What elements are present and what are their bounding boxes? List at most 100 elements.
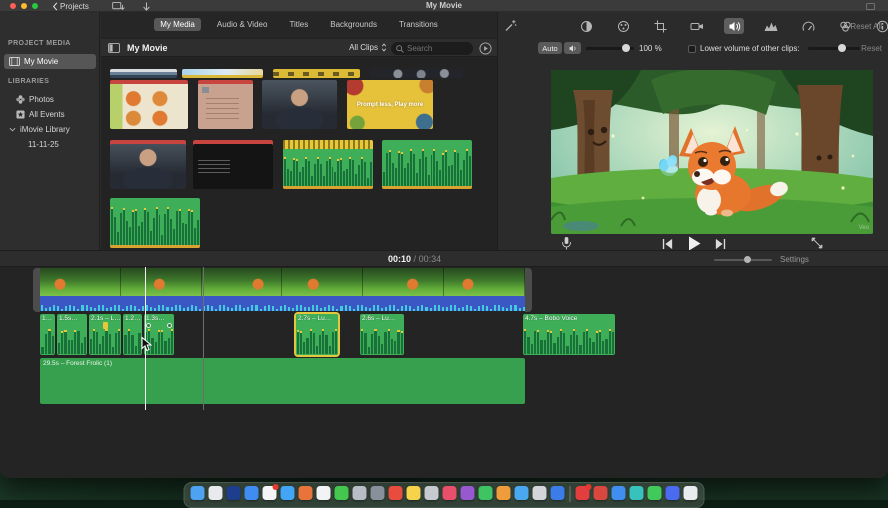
- tab-my-media[interactable]: My Media: [154, 18, 201, 31]
- dock-app-icon[interactable]: [227, 486, 241, 500]
- dock-app-icon[interactable]: [425, 486, 439, 500]
- tab-backgrounds[interactable]: Backgrounds: [324, 18, 383, 31]
- sidebar-item-my-movie[interactable]: My Movie: [4, 54, 96, 69]
- trim-handle-left[interactable]: [33, 268, 40, 312]
- dock-app-icon[interactable]: [371, 486, 385, 500]
- fade-handle[interactable]: [167, 323, 172, 328]
- dock-app-icon[interactable]: [666, 486, 680, 500]
- media-thumbnail-strip-landscape[interactable]: [110, 69, 177, 78]
- media-thumbnail-terminal[interactable]: [193, 140, 273, 189]
- media-thumbnail-strip-sky[interactable]: [182, 69, 263, 78]
- tab-titles[interactable]: Titles: [283, 18, 314, 31]
- audio-clip[interactable]: 2.6s – Lu…: [360, 314, 404, 355]
- browser-play-button[interactable]: [479, 42, 492, 55]
- skip-forward-icon[interactable]: [715, 238, 726, 250]
- media-thumbnail-strip-yellow[interactable]: [273, 69, 360, 78]
- dock-app-icon[interactable]: [209, 486, 223, 500]
- sidebar-item-photos[interactable]: Photos: [4, 92, 96, 107]
- dock-app-icon[interactable]: [594, 486, 608, 500]
- timeline[interactable]: 1…1.5s…2.1s – L…1.2…1.3s…2.7s – Lu…2.6s …: [0, 267, 888, 478]
- dock-app-icon[interactable]: [630, 486, 644, 500]
- dock-app-icon[interactable]: [684, 486, 698, 500]
- dock-app-icon[interactable]: [191, 486, 205, 500]
- reset-button[interactable]: Reset: [861, 44, 882, 53]
- sidebar-item-all-events[interactable]: All Events: [4, 107, 96, 122]
- volume-tool-icon[interactable]: [724, 18, 744, 34]
- skip-back-icon[interactable]: [662, 238, 673, 250]
- play-icon[interactable]: [687, 236, 701, 251]
- media-thumbnail-promo[interactable]: Prompt less, Play more: [347, 80, 433, 129]
- auto-volume-button[interactable]: Auto: [538, 42, 562, 54]
- music-clip[interactable]: 29.5s – Forest Frolic (1): [40, 358, 525, 404]
- enhance-wand-icon[interactable]: [504, 19, 517, 32]
- search-input[interactable]: [407, 44, 467, 53]
- dock-app-icon[interactable]: [479, 486, 493, 500]
- dock-app-icon[interactable]: [648, 486, 662, 500]
- filmstrip-frame[interactable]: [444, 268, 525, 296]
- filmstrip-frame[interactable]: [40, 268, 121, 296]
- video-clip-audio-waveform[interactable]: [40, 296, 525, 311]
- media-thumbnail-webpage-foxes[interactable]: [110, 80, 188, 129]
- fullscreen-icon[interactable]: [811, 237, 823, 249]
- dock-app-icon[interactable]: [533, 486, 547, 500]
- search-field[interactable]: [391, 42, 473, 55]
- dock-app-icon[interactable]: [389, 486, 403, 500]
- noise-reduction-icon[interactable]: [761, 18, 781, 34]
- audio-clip[interactable]: 4.7s – Bobo Voice: [523, 314, 615, 355]
- dock-app-icon[interactable]: [281, 486, 295, 500]
- media-thumbnail-audio[interactable]: [382, 140, 472, 189]
- dock-app-icon[interactable]: [407, 486, 421, 500]
- lower-volume-checkbox[interactable]: [688, 45, 696, 53]
- media-thumbnail-audio[interactable]: [110, 198, 200, 248]
- timeline-zoom-slider[interactable]: [714, 259, 772, 261]
- media-thumbnail-webcam[interactable]: [262, 80, 337, 129]
- timeline-settings-button[interactable]: Settings: [780, 255, 809, 264]
- filmstrip-frame[interactable]: [202, 268, 283, 296]
- sidebar-toggle-icon[interactable]: [108, 43, 120, 53]
- sidebar-item-imovie-library[interactable]: iMovie Library: [4, 122, 96, 137]
- audio-clip[interactable]: 2.1s – L…: [89, 314, 121, 355]
- media-thumbnail-audio[interactable]: [283, 140, 373, 189]
- dock-app-icon[interactable]: [263, 486, 277, 500]
- color-balance-icon[interactable]: [576, 18, 596, 34]
- media-thumbnail-document[interactable]: [198, 80, 253, 129]
- color-correction-icon[interactable]: [613, 18, 633, 34]
- filmstrip-frame[interactable]: [363, 268, 444, 296]
- stabilization-icon[interactable]: [687, 18, 707, 34]
- fade-handle[interactable]: [146, 323, 151, 328]
- tab-transitions[interactable]: Transitions: [393, 18, 444, 31]
- volume-slider[interactable]: [586, 47, 634, 50]
- dock-app-icon[interactable]: [612, 486, 626, 500]
- dock-app-icon[interactable]: [497, 486, 511, 500]
- dock-app-icon[interactable]: [299, 486, 313, 500]
- volume-slider-knob[interactable]: [622, 44, 630, 52]
- video-clip-filmstrip[interactable]: [40, 268, 525, 296]
- media-thumbnail-strip-dark[interactable]: [370, 69, 463, 78]
- trim-handle-right[interactable]: [525, 268, 532, 312]
- filmstrip-frame[interactable]: [121, 268, 202, 296]
- ducking-slider[interactable]: [808, 47, 860, 50]
- dock-app-icon[interactable]: [317, 486, 331, 500]
- dock-app-icon[interactable]: [335, 486, 349, 500]
- audio-clip[interactable]: 1.2…: [123, 314, 142, 355]
- reset-all-button[interactable]: Reset All: [850, 22, 882, 31]
- dock-app-icon[interactable]: [461, 486, 475, 500]
- dock-app-icon[interactable]: [443, 486, 457, 500]
- dock-app-icon[interactable]: [576, 486, 590, 500]
- mute-button[interactable]: [564, 42, 581, 54]
- dock-app-icon[interactable]: [245, 486, 259, 500]
- dock-app-icon[interactable]: [551, 486, 565, 500]
- preview-viewer[interactable]: Veo: [551, 70, 873, 234]
- filmstrip-frame[interactable]: [282, 268, 363, 296]
- tab-audio-video[interactable]: Audio & Video: [211, 18, 274, 31]
- zoom-slider-knob[interactable]: [744, 256, 751, 263]
- speed-icon[interactable]: [798, 18, 818, 34]
- window-action-icon[interactable]: [866, 3, 875, 10]
- media-thumbnail-webcam[interactable]: [110, 140, 186, 189]
- crop-icon[interactable]: [650, 18, 670, 34]
- dock-app-icon[interactable]: [515, 486, 529, 500]
- ducking-slider-knob[interactable]: [838, 44, 846, 52]
- dock-app-icon[interactable]: [353, 486, 367, 500]
- sidebar-item-event[interactable]: 11-11-25: [4, 137, 96, 152]
- audio-clip-selected[interactable]: 2.7s – Lu…: [296, 314, 338, 355]
